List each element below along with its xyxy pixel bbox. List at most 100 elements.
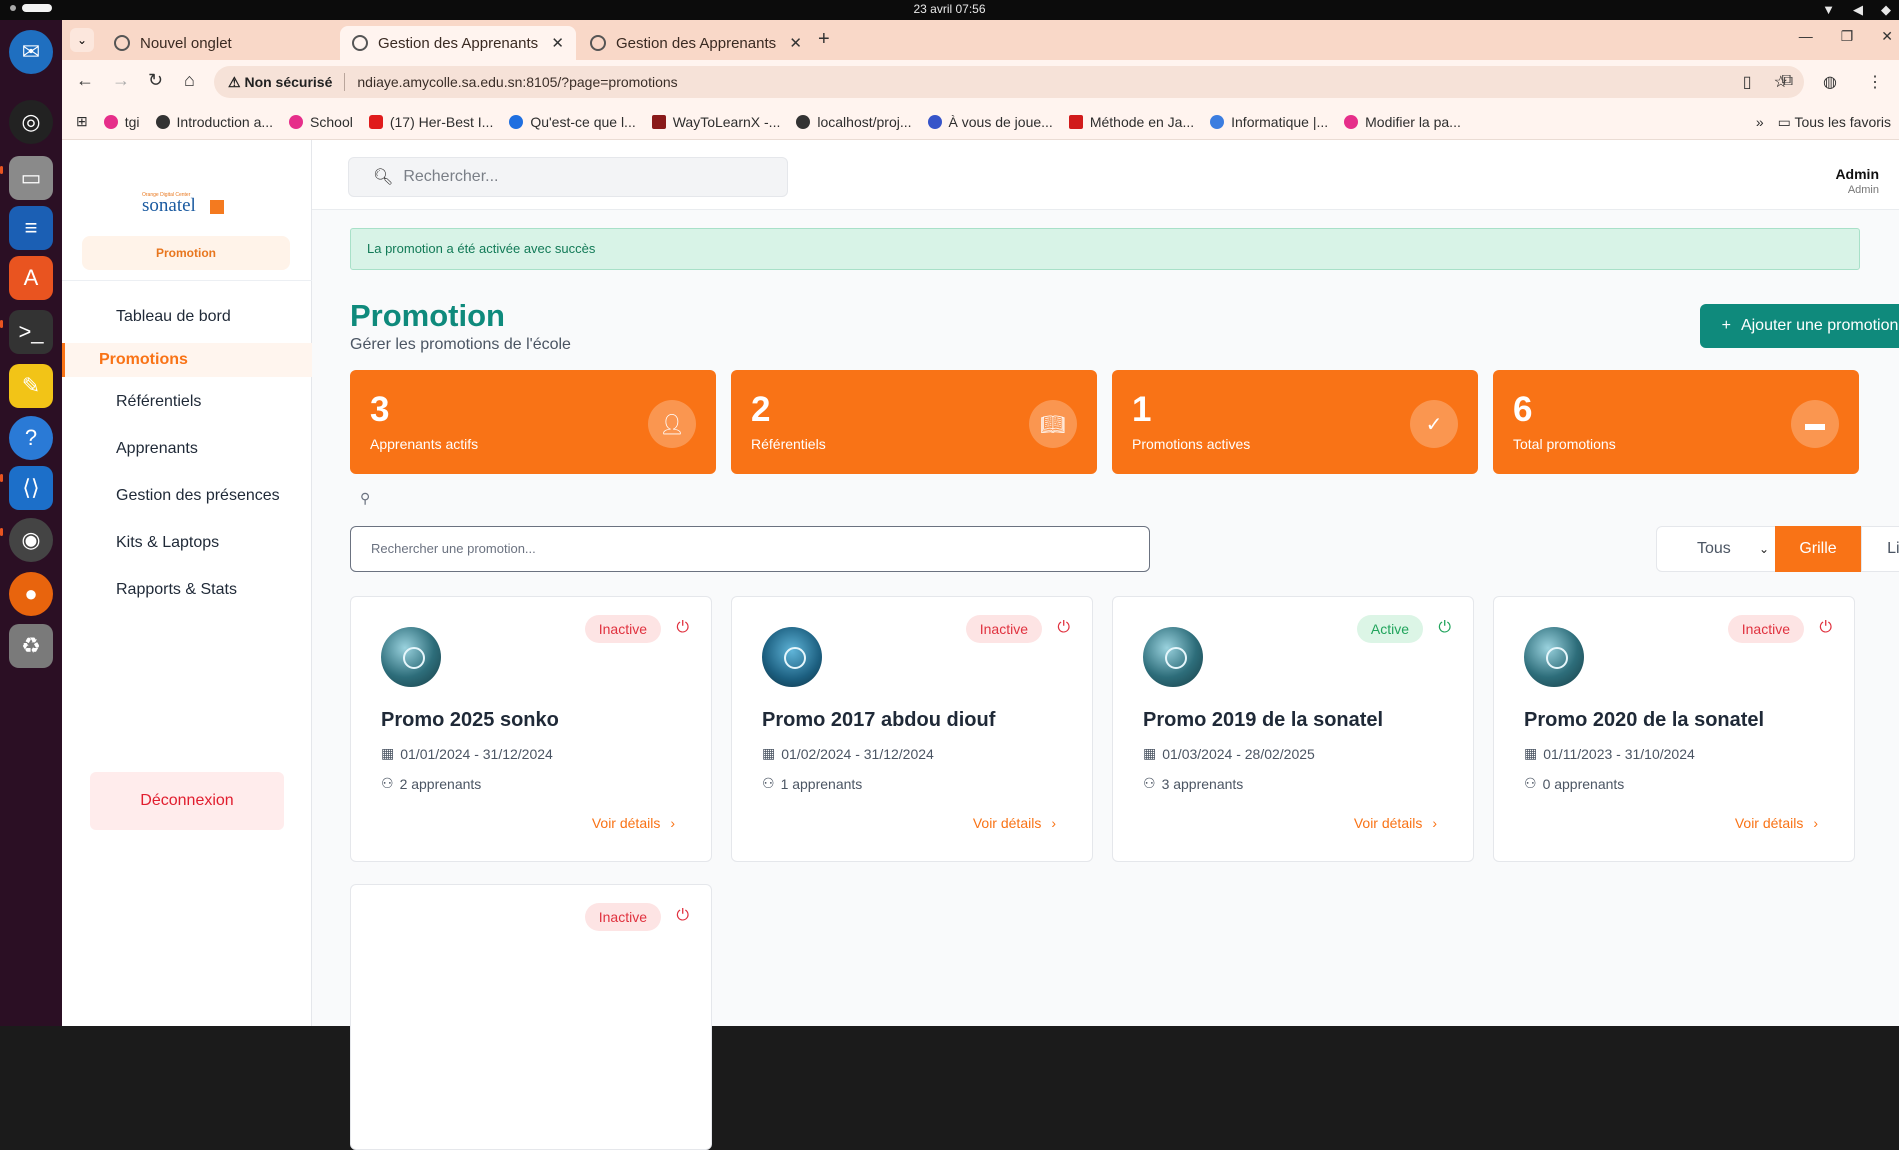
tab-gestion-active[interactable]: Gestion des Apprenants ✕ [340,26,576,60]
url-text[interactable]: ndiaye.amycolle.sa.edu.sn:8105/?page=pro… [357,74,677,90]
os-clock[interactable]: 23 avril 07:56 [0,2,1899,16]
window-close-icon[interactable]: ✕ [1881,28,1893,45]
details-link[interactable]: Voir détails › [973,815,1056,831]
firefox-icon[interactable]: ● [9,572,53,616]
stat-value: 6 [1513,390,1533,429]
apps-icon[interactable]: ⊞ [76,113,88,130]
bookmark-item[interactable]: Qu'est-ce que l... [509,114,636,130]
bookmark-item[interactable]: localhost/proj... [796,114,912,130]
thunderbird-icon[interactable]: ✉ [9,30,53,74]
sidebar-item-dashboard[interactable]: Tableau de bord [62,300,312,334]
sonatel-logo: Orange Digital Center sonatel [142,192,232,216]
security-indicator[interactable]: ⚠ Non sécurisé [228,74,332,91]
search-placeholder: Rechercher... [403,168,499,185]
new-tab-button[interactable]: + [818,28,830,51]
writer-icon[interactable]: ≡ [9,206,53,250]
extensions-icon[interactable]: ⧉ [1782,72,1793,92]
promotion-card[interactable]: Inactive ⏻ Promo 2025 sonko ▦ 01/01/2024 … [350,596,712,862]
view-list-button[interactable]: Liste [1861,526,1899,572]
stat-card-total-promotions: 6 Total promotions ▬ [1493,370,1859,474]
address-bar[interactable]: ⚠ Non sécurisé ndiaye.amycolle.sa.edu.sn… [214,66,1804,98]
promotion-search-input[interactable]: Rechercher une promotion... [350,526,1150,572]
terminal-icon[interactable]: >_ [9,310,53,354]
stat-label: Apprenants actifs [370,436,479,452]
help-icon[interactable]: ? [9,416,53,460]
bookmark-item[interactable]: Modifier la pa... [1344,114,1461,130]
sidebar-item-promotions[interactable]: Promotions [62,343,312,377]
home-icon[interactable]: ⌂ [184,70,195,91]
sidebar-item-apprenants[interactable]: Apprenants [62,432,312,466]
trash-icon[interactable]: ♻ [9,624,53,668]
global-search[interactable]: 🔍︎ Rechercher... [348,157,788,197]
dates-text: 01/02/2024 - 31/12/2024 [781,745,934,762]
stat-value: 3 [370,390,390,429]
details-link[interactable]: Voir détails › [1354,815,1437,831]
menu-icon[interactable]: ⋮ [1867,72,1883,92]
promotion-card[interactable]: Inactive ⏻ Promo 2017 abdou diouf ▦ 01/02… [731,596,1093,862]
user-info[interactable]: Admin Admin [1835,166,1879,196]
logo-name: sonatel [142,195,196,216]
stat-label: Total promotions [1513,436,1616,452]
chrome-icon[interactable]: ◉ [9,518,53,562]
tab-label: Gestion des Apprenants [616,34,777,52]
sidebar-item-rapports[interactable]: Rapports & Stats [62,573,312,607]
power-icon[interactable]: ⏻ [1438,619,1451,637]
running-indicator [0,474,3,482]
reading-list-icon[interactable]: ▯ [1743,72,1752,92]
tab-gestion[interactable]: Gestion des Apprenants ✕ [578,26,814,60]
sidebar-item-referentiels[interactable]: Référentiels [62,385,312,419]
minimize-icon[interactable]: — [1799,28,1813,45]
chevron-right-icon: › [1813,815,1818,831]
stat-value: 2 [751,390,771,429]
bookmark-item[interactable]: School [289,114,353,130]
profile-avatar[interactable]: ◍ [1823,72,1837,92]
power-icon[interactable]: ⏻ [676,907,689,925]
power-icon[interactable]: ⏻ [676,619,689,637]
bookmark-item[interactable]: WayToLearnX -... [651,114,780,130]
bookmark-item[interactable]: (17) Her-Best I... [368,114,493,130]
promotion-title: Promo 2019 de la sonatel [1143,709,1384,731]
promotion-card[interactable]: Inactive ⏻ Promo 2020 de la sonatel ▦ 01/… [1493,596,1855,862]
toolbar-actions: ▯ ⧉ ◍ ⋮ [1743,72,1883,92]
promotion-card[interactable]: Active ⏻ Promo 2019 de la sonatel ▦ 01/03… [1112,596,1474,862]
power-icon[interactable]: ⏻ [1057,619,1070,637]
bookmark-item[interactable]: Méthode en Ja... [1068,114,1194,130]
bookmark-item[interactable]: Informatique |... [1210,114,1328,130]
avatar-graphic [1546,647,1568,669]
system-tray[interactable]: ▼ ◀ ◆ [1822,2,1891,18]
close-icon[interactable]: ✕ [789,34,802,52]
plus-icon: + [1721,317,1731,334]
maximize-icon[interactable]: ❐ [1841,28,1854,45]
chevron-right-icon[interactable]: » [1756,114,1764,131]
all-bookmarks[interactable]: ▭ Tous les favoris [1778,114,1891,131]
details-link[interactable]: Voir détails › [1735,815,1818,831]
chrome-icon [114,35,130,51]
browser-window: ⌄ Nouvel onglet ✕ Gestion des Apprenants… [62,20,1899,1150]
tab-search-button[interactable]: ⌄ [70,28,94,52]
details-link[interactable]: Voir détails › [592,815,675,831]
text-editor-icon[interactable]: ✎ [9,364,53,408]
rhythmbox-icon[interactable]: ◎ [9,100,53,144]
files-icon[interactable]: ▭ [9,156,53,200]
bookmark-item[interactable]: Introduction a... [155,114,273,130]
details-label: Voir détails [1353,815,1423,831]
sidebar-item-kits[interactable]: Kits & Laptops [62,526,312,560]
sidebar-item-presences[interactable]: Gestion des présences [62,479,312,513]
vscode-icon[interactable]: ⟨⟩ [9,466,53,510]
close-icon[interactable]: ✕ [551,34,564,52]
reload-icon[interactable]: ↻ [148,70,163,91]
back-icon[interactable]: ← [76,70,94,91]
page-subtitle: Gérer les promotions de l'école [350,336,571,353]
dock: ✉ ◎ ▭ ≡ A >_ ✎ ? ⟨⟩ ◉ ● ♻ [0,20,62,1026]
bookmark-item[interactable]: À vous de joue... [927,114,1053,130]
bookmark-item[interactable]: tgi [103,114,140,130]
power-icon[interactable]: ⏻ [1819,619,1832,637]
app-center-icon[interactable]: A [9,256,53,300]
view-grid-button[interactable]: Grille [1775,526,1861,572]
status-filter-select[interactable]: Tous ⌄ [1656,526,1776,572]
promotion-card[interactable]: Inactive ⏻ [350,884,712,1150]
forward-icon[interactable]: → [112,70,130,91]
bookmark-label: School [310,113,353,130]
logout-button[interactable]: Déconnexion [90,772,284,830]
add-promotion-button[interactable]: + Ajouter une promotion [1700,304,1899,348]
